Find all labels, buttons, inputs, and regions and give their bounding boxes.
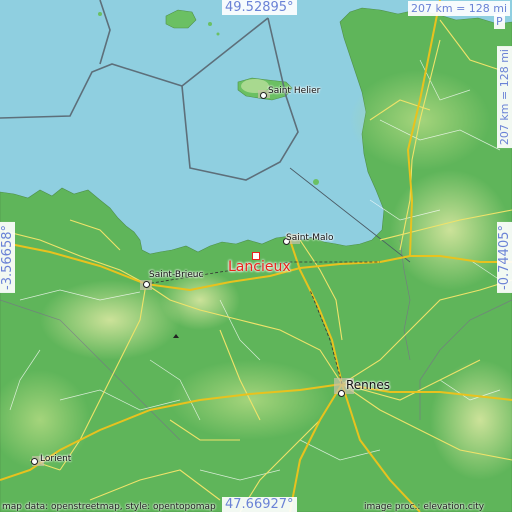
- city-marker-rennes: [338, 390, 345, 397]
- map-view[interactable]: Saint Helier Saint-Malo Saint-Brieuc Ren…: [0, 0, 512, 512]
- coord-left: -3.56658°: [0, 222, 15, 293]
- city-marker-lorient: [31, 458, 38, 465]
- city-marker-saint-helier: [260, 92, 267, 99]
- coord-top: 49.52895°: [222, 0, 297, 15]
- city-label-saint-brieuc[interactable]: Saint-Brieuc: [149, 270, 203, 280]
- attribution-left: map data: openstreetmap, style: opentopo…: [2, 502, 216, 512]
- coord-right: -0.74405°: [497, 222, 512, 293]
- city-label-lorient[interactable]: Lorient: [40, 454, 71, 464]
- attribution-right: image proc.: elevation.city: [364, 502, 485, 512]
- city-label-saint-helier[interactable]: Saint Helier: [268, 86, 320, 96]
- corner-mark: P: [494, 14, 505, 29]
- city-label-saint-malo[interactable]: Saint-Malo: [286, 233, 334, 243]
- coord-bottom: 47.66927°: [222, 497, 297, 512]
- city-label-rennes[interactable]: Rennes: [346, 378, 390, 392]
- highlighted-location-label[interactable]: Lancieux: [228, 259, 291, 275]
- city-marker-saint-brieuc: [143, 281, 150, 288]
- scale-vertical: 207 km = 128 mi: [497, 46, 512, 149]
